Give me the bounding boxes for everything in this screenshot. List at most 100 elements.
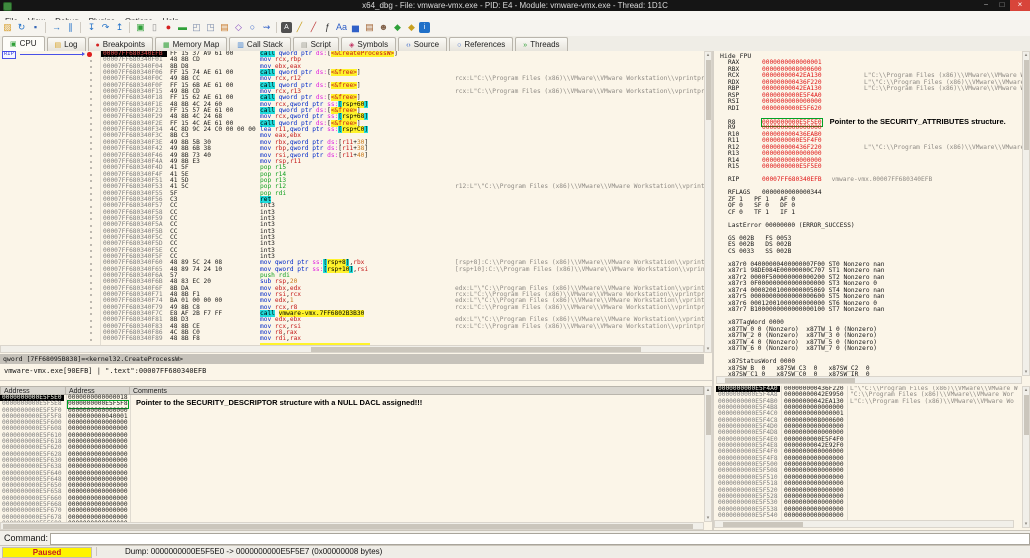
- scrollbar-thumb[interactable]: [723, 522, 803, 527]
- memory-map-icon[interactable]: ▬: [176, 21, 189, 34]
- pause-icon[interactable]: ∥: [64, 21, 77, 34]
- info-icon[interactable]: i: [419, 22, 430, 33]
- tab-cpu[interactable]: ▣ CPU: [2, 36, 45, 51]
- goto-icon[interactable]: ◇: [232, 21, 245, 34]
- shield-green-icon[interactable]: ◆: [391, 21, 404, 34]
- open-file-icon[interactable]: ▨: [1, 21, 14, 34]
- stop-debug-icon[interactable]: ▪: [29, 21, 42, 34]
- breakpoint-icon[interactable]: ●: [162, 21, 175, 34]
- scrollbar-thumb[interactable]: [1024, 395, 1029, 435]
- scrollbar-thumb[interactable]: [1024, 60, 1029, 150]
- threads-icon: »: [523, 42, 528, 49]
- register-value: 00007FF680340EFB: [762, 176, 822, 183]
- dump-header-2[interactable]: Comments: [130, 386, 704, 395]
- tab-breakpoints[interactable]: ● Breakpoints: [87, 37, 153, 51]
- user-icon[interactable]: ☻: [377, 21, 390, 34]
- scrollbar-thumb[interactable]: [725, 378, 855, 383]
- scroll-down-icon[interactable]: ▾: [705, 515, 711, 521]
- pencil-icon[interactable]: ╱: [293, 21, 306, 34]
- graph-icon[interactable]: ⇝: [260, 21, 273, 34]
- tab-call-stack[interactable]: ▥ Call Stack: [229, 37, 291, 51]
- font-icon[interactable]: Aa: [335, 21, 348, 34]
- registers-vscrollbar[interactable]: ▴ ▾: [1022, 51, 1030, 376]
- step-out-icon[interactable]: ↥: [113, 21, 126, 34]
- log-icon: ▤: [54, 42, 62, 49]
- toolbar: ▨ ↻ ▪ → ∥ ↧ ↷ ↥ ▣ ▯ ● ▬ ◰ ◳ ▤ ◇ ○ ⇝ A ╱ ╱ ƒ Aa ▅ ▤ ☻ ◆ ◆ i: [0, 20, 1030, 37]
- pencil-red-icon[interactable]: ╱: [307, 21, 320, 34]
- patches-icon[interactable]: ▯: [148, 21, 161, 34]
- tabbar: ▣ CPU ▤ Log ● Breakpoints ▦ Memory Map ▥ Call Sta…: [0, 36, 1030, 52]
- minimize-button[interactable]: −: [978, 0, 994, 11]
- registers-hscrollbar[interactable]: [716, 376, 1022, 384]
- maximize-button[interactable]: □: [994, 0, 1010, 11]
- register-row[interactable]: x87r7 B1000000000000000100 ST7 Nonzero n…: [716, 306, 1022, 314]
- highlight-icon[interactable]: A: [281, 22, 292, 33]
- search-icon[interactable]: ○: [246, 21, 259, 34]
- gutter-dot-icon: [90, 135, 92, 138]
- close-button[interactable]: ×: [1010, 0, 1030, 11]
- scroll-up-icon[interactable]: ▴: [1023, 387, 1029, 393]
- scrollbar-thumb[interactable]: [706, 60, 711, 120]
- bracket: ]: [364, 100, 369, 108]
- log-window-icon[interactable]: ▤: [218, 21, 231, 34]
- chart-icon[interactable]: ▅: [349, 21, 362, 34]
- gutter-dot-icon: [90, 332, 92, 335]
- scroll-down-icon[interactable]: ▾: [705, 346, 711, 352]
- scrollbar-thumb[interactable]: [3, 524, 693, 529]
- dump-hscrollbar[interactable]: [0, 522, 704, 530]
- register-row[interactable]: RDI 0000000000E5F620: [716, 104, 1022, 113]
- tab-memory-map[interactable]: ▦ Memory Map: [154, 37, 228, 51]
- tab-references[interactable]: ○ References: [449, 37, 514, 51]
- tab-script[interactable]: ▤ Script: [292, 37, 340, 51]
- trace-icon[interactable]: ▣: [134, 21, 147, 34]
- register-row[interactable]: x87TW_6 0 (Nonzero) x87TW_7 0 (Nonzero): [716, 345, 1022, 353]
- register-row[interactable]: R15 0000000000E5F5E0: [716, 163, 1022, 171]
- restart-icon[interactable]: ↻: [15, 21, 28, 34]
- scroll-down-icon[interactable]: ▾: [1023, 521, 1029, 527]
- step-over-icon[interactable]: ↷: [99, 21, 112, 34]
- shield-gold-icon[interactable]: ◆: [405, 21, 418, 34]
- punct: ]: [356, 81, 361, 89]
- scrollbar-thumb[interactable]: [311, 347, 641, 352]
- register-row[interactable]: CS 0033 SS 002B: [716, 248, 1022, 256]
- tab-source[interactable]: ‹› Source: [398, 37, 448, 51]
- database-icon[interactable]: ▤: [363, 21, 376, 34]
- breakpoint-icon[interactable]: [87, 52, 92, 57]
- tab-symbols[interactable]: ◈ Symbols: [341, 37, 397, 51]
- dump-vscrollbar[interactable]: ▴ ▾: [704, 386, 712, 522]
- selection-info-bar: qword [7FF68095B838]=<kernel32.CreatePro…: [0, 354, 704, 364]
- segment-token: ds:: [315, 69, 328, 77]
- dump-pane[interactable]: Address Address Comments 0000000000E5F5E0 0…: [0, 386, 704, 522]
- tab-label: Script: [310, 40, 332, 49]
- stack-vscrollbar[interactable]: ▴ ▾: [1022, 386, 1030, 528]
- run-icon[interactable]: →: [50, 21, 63, 34]
- gutter-dot-icon: [90, 173, 92, 176]
- stack-pane[interactable]: 0000000000E5F4A0 000000000436F220 L"\"C:\\…: [714, 386, 1022, 520]
- window-dump-icon[interactable]: ◳: [204, 21, 217, 34]
- register-row[interactable]: RIP 00007FF680340EFB vmware-vmx.00007FF680…: [716, 176, 1022, 184]
- scroll-up-icon[interactable]: ▴: [705, 52, 711, 58]
- register-row[interactable]: LastError 00000000 (ERROR_SUCCESS): [716, 222, 1022, 230]
- tab-threads[interactable]: » Threads: [515, 37, 568, 51]
- register-name: RDI: [728, 104, 740, 112]
- window-stack-icon[interactable]: ◰: [190, 21, 203, 34]
- scroll-down-icon[interactable]: ▾: [1023, 369, 1029, 375]
- scroll-up-icon[interactable]: ▴: [705, 387, 711, 393]
- command-input[interactable]: [50, 533, 1030, 545]
- stack-row[interactable]: 0000000000E5F540 0000000000000000: [714, 512, 1022, 519]
- fx-icon[interactable]: ƒ: [321, 21, 334, 34]
- scroll-up-icon[interactable]: ▴: [1023, 52, 1029, 58]
- tab-log[interactable]: ▤ Log: [46, 37, 86, 51]
- references-icon: ○: [457, 42, 462, 49]
- stack-hscrollbar[interactable]: [714, 520, 1014, 528]
- register-row[interactable]: CF 0 TF 1 IF 1: [716, 209, 1022, 217]
- disassembly-pane[interactable]: RIP 00007FF680340EFB FF 15 37 A9 61 00 call…: [0, 51, 704, 345]
- gutter-dot-icon: [90, 85, 92, 88]
- scrollbar-thumb[interactable]: [706, 395, 711, 435]
- step-into-icon[interactable]: ↧: [85, 21, 98, 34]
- disassembly-hscrollbar[interactable]: [0, 345, 704, 353]
- rip-arrow: [20, 54, 82, 55]
- gutter-dot-icon: [90, 205, 92, 208]
- disassembly-vscrollbar[interactable]: ▴ ▾: [704, 51, 712, 353]
- registers-pane[interactable]: Hide FPU RAX 0000000000000001 RBX 000000000…: [716, 51, 1022, 376]
